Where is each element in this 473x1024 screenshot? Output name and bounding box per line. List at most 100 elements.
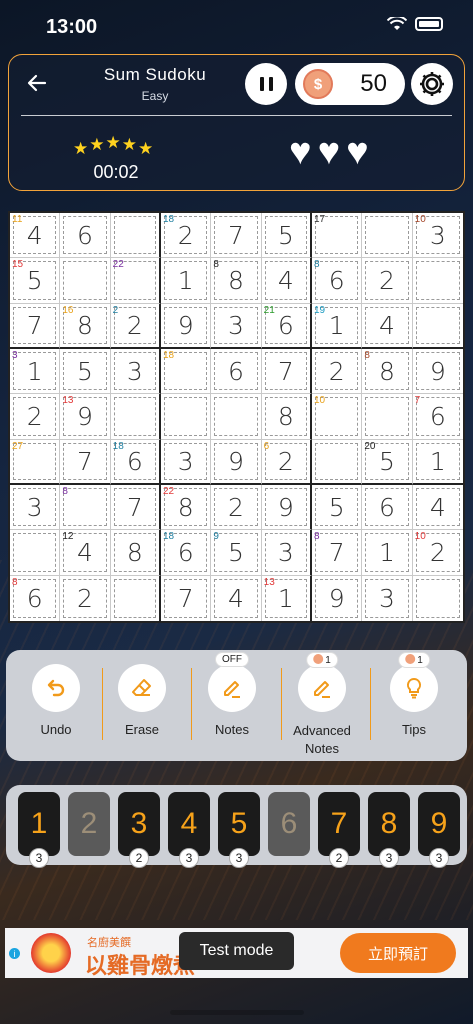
board-cell[interactable]: 1 xyxy=(412,440,463,485)
board-cell[interactable] xyxy=(412,258,463,304)
board-cell[interactable]: 5 xyxy=(60,348,111,395)
board-cell[interactable]: 8 xyxy=(110,530,161,576)
undo-button[interactable]: Undo xyxy=(18,664,94,737)
back-arrow-icon[interactable] xyxy=(25,71,49,95)
board-cell[interactable]: 27 xyxy=(10,439,61,485)
board-cell[interactable]: 18 xyxy=(160,348,212,395)
number-key[interactable]: 43 xyxy=(168,792,210,868)
number-key[interactable]: 2 xyxy=(68,792,110,856)
board-cell[interactable]: 2 xyxy=(60,575,111,621)
board-cell[interactable]: 88 xyxy=(362,348,413,395)
board-cell[interactable]: 31 xyxy=(10,348,61,395)
board-cell[interactable]: 88 xyxy=(211,258,262,304)
number-key[interactable]: 83 xyxy=(368,792,410,868)
tips-button[interactable]: 1 Tips xyxy=(376,652,452,737)
board-cell[interactable]: 10 3 xyxy=(412,213,463,259)
board-cell[interactable] xyxy=(110,394,161,440)
advanced-notes-button[interactable]: 1 Advanced Notes xyxy=(284,652,360,758)
board-cell[interactable]: 2 xyxy=(311,348,363,395)
board-cell[interactable]: 7 xyxy=(161,575,212,621)
board-cell[interactable]: 9 xyxy=(412,349,463,395)
pause-button[interactable] xyxy=(245,63,287,105)
board-cell[interactable]: 13 1 xyxy=(262,575,312,621)
board-cell[interactable]: 7 xyxy=(261,348,312,395)
number-key[interactable]: 72 xyxy=(318,792,360,868)
board-cell[interactable]: 6 xyxy=(60,213,111,259)
board-cell[interactable]: 5 xyxy=(311,484,363,531)
board-cell[interactable]: 18 6 xyxy=(110,439,161,485)
info-icon[interactable]: i xyxy=(9,948,20,959)
board-cell[interactable]: 2 xyxy=(362,258,413,304)
board-cell[interactable]: 9 xyxy=(211,439,262,485)
number-key[interactable]: 32 xyxy=(118,792,160,868)
board-cell[interactable] xyxy=(413,576,463,621)
board-cell[interactable]: 6 xyxy=(362,484,413,531)
board-cell[interactable]: 9 xyxy=(312,575,363,621)
board-cell[interactable]: 7 xyxy=(60,439,111,485)
board-cell[interactable]: 3 xyxy=(110,348,161,395)
board-cell[interactable]: 3 xyxy=(211,303,262,349)
board-cell[interactable]: 1 xyxy=(362,530,413,576)
board-cell[interactable]: 10 2 xyxy=(412,530,463,576)
board-cell[interactable]: 4 xyxy=(261,258,312,304)
board-cell[interactable]: 22 8 xyxy=(160,484,212,531)
ad-cta-button[interactable]: 立即預訂 xyxy=(340,933,456,973)
board-cell[interactable] xyxy=(211,394,262,440)
board-cell[interactable]: 86 xyxy=(10,575,61,621)
number-key[interactable]: 6 xyxy=(268,792,310,856)
board-cell[interactable]: 3 xyxy=(261,530,312,576)
board-cell[interactable]: 2 xyxy=(10,394,61,440)
board-cell[interactable]: 3 xyxy=(362,575,413,621)
board-cell[interactable]: 7 xyxy=(110,484,161,531)
board-cell[interactable]: 22 xyxy=(110,303,161,349)
board-cell[interactable]: 9 xyxy=(261,484,312,531)
board-cell[interactable]: 18 6 xyxy=(160,530,212,576)
board-cell[interactable]: 19 1 xyxy=(311,303,363,349)
board-cell[interactable]: 4 xyxy=(362,303,413,349)
board-cell[interactable]: 17 xyxy=(311,213,363,259)
number-key[interactable]: 13 xyxy=(18,792,60,868)
board-cell[interactable]: 20 5 xyxy=(362,439,413,485)
board-cell[interactable]: 5 xyxy=(261,213,312,259)
notes-button[interactable]: OFF Notes xyxy=(194,652,270,737)
board-cell[interactable]: 8 xyxy=(261,394,312,440)
board-cell[interactable]: 12 4 xyxy=(60,530,111,576)
board-cell[interactable] xyxy=(362,394,413,440)
board-cell[interactable]: 22 xyxy=(110,258,161,304)
board-cell[interactable]: 7 xyxy=(10,303,61,349)
board-cell[interactable]: 62 xyxy=(261,439,312,485)
erase-button[interactable]: Erase xyxy=(104,664,180,737)
board-cell[interactable]: 86 xyxy=(311,258,363,304)
board-cell[interactable]: 15 5 xyxy=(10,258,61,304)
board-cell[interactable]: 3 xyxy=(160,439,212,485)
board-cell[interactable]: 21 6 xyxy=(261,303,312,349)
board-cell[interactable]: 76 xyxy=(412,394,463,440)
board-cell[interactable]: 11 4 xyxy=(10,213,61,259)
board-cell[interactable] xyxy=(110,213,161,259)
board-cell[interactable]: 7 xyxy=(211,213,262,259)
number-key[interactable]: 53 xyxy=(218,792,260,868)
board-cell[interactable]: 4 xyxy=(211,575,262,621)
settings-button[interactable] xyxy=(411,63,453,105)
board-cell[interactable]: 3 xyxy=(10,484,61,531)
board-cell[interactable]: 10 xyxy=(311,394,363,440)
board-cell[interactable] xyxy=(412,304,463,349)
board-cell[interactable]: 18 2 xyxy=(160,213,212,259)
board-cell[interactable] xyxy=(362,213,413,259)
board-cell[interactable]: 1 xyxy=(160,258,212,304)
board-cell[interactable] xyxy=(160,394,212,440)
board-cell[interactable]: 87 xyxy=(311,530,363,576)
board-cell[interactable]: 6 xyxy=(211,348,262,395)
board-cell[interactable]: 4 xyxy=(412,485,463,531)
coin-balance[interactable]: $ 50 xyxy=(295,63,405,105)
board-cell[interactable]: 16 8 xyxy=(60,303,111,349)
board-cell[interactable] xyxy=(111,575,161,621)
board-cell[interactable]: 95 xyxy=(211,530,262,576)
board-cell[interactable]: 2 xyxy=(211,484,262,531)
board-cell[interactable]: 8 xyxy=(60,484,111,531)
board-cell[interactable] xyxy=(60,258,111,304)
board-cell[interactable] xyxy=(10,530,61,576)
board-cell[interactable]: 13 9 xyxy=(60,394,111,440)
number-key[interactable]: 93 xyxy=(418,792,460,868)
board-cell[interactable]: 9 xyxy=(160,303,212,349)
